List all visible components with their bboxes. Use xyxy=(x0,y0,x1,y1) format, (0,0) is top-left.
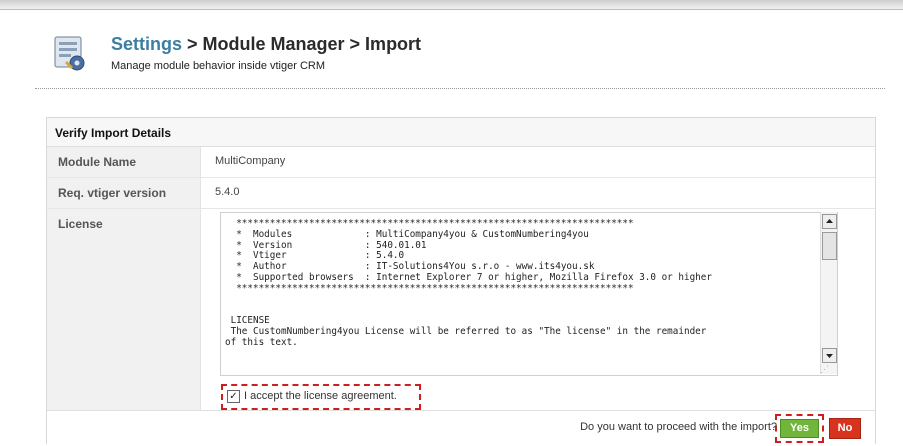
scroll-down-arrow-icon[interactable] xyxy=(822,348,837,363)
module-name-label: Module Name xyxy=(58,155,137,169)
license-scrollbar[interactable] xyxy=(820,212,837,374)
top-bar xyxy=(0,0,903,10)
settings-icon xyxy=(54,36,85,71)
license-text: ****************************************… xyxy=(225,218,712,348)
panel-footer: Do you want to proceed with the import? … xyxy=(47,410,875,444)
module-name-row: Module Name MultiCompany xyxy=(47,147,875,178)
import-details-panel: Verify Import Details Module Name MultiC… xyxy=(46,117,876,444)
license-label-cell: License xyxy=(47,209,201,410)
page-title: Settings > Module Manager > Import xyxy=(111,34,421,55)
version-row: Req. vtiger version 5.4.0 xyxy=(47,178,875,209)
yes-button-highlight: Yes xyxy=(775,414,824,443)
version-value: 5.4.0 xyxy=(215,186,240,198)
accept-license-checkbox[interactable]: ✓ xyxy=(227,390,240,403)
resize-grip-icon[interactable]: ⋰ xyxy=(820,364,834,374)
accept-license-highlight: ✓ I accept the license agreement. xyxy=(221,384,421,410)
proceed-question: Do you want to proceed with the import? xyxy=(580,421,777,433)
yes-button[interactable]: Yes xyxy=(780,419,819,438)
module-name-value: MultiCompany xyxy=(215,155,286,167)
version-label-cell: Req. vtiger version xyxy=(47,178,201,208)
divider xyxy=(35,88,885,89)
breadcrumb-settings-link[interactable]: Settings xyxy=(111,34,182,54)
breadcrumb-rest: > Module Manager > Import xyxy=(182,34,422,54)
page-header: Settings > Module Manager > Import Manag… xyxy=(45,30,875,82)
scroll-up-arrow-icon[interactable] xyxy=(822,214,837,229)
license-label: License xyxy=(58,217,103,231)
accept-license-label[interactable]: I accept the license agreement. xyxy=(244,390,397,402)
license-textarea[interactable]: ****************************************… xyxy=(220,212,838,376)
scroll-thumb[interactable] xyxy=(822,232,837,260)
module-name-label-cell: Module Name xyxy=(47,147,201,177)
no-button[interactable]: No xyxy=(829,418,861,439)
panel-header: Verify Import Details xyxy=(47,118,875,147)
page-subtitle: Manage module behavior inside vtiger CRM xyxy=(111,60,325,72)
panel-title: Verify Import Details xyxy=(55,126,172,140)
version-label: Req. vtiger version xyxy=(58,186,167,200)
